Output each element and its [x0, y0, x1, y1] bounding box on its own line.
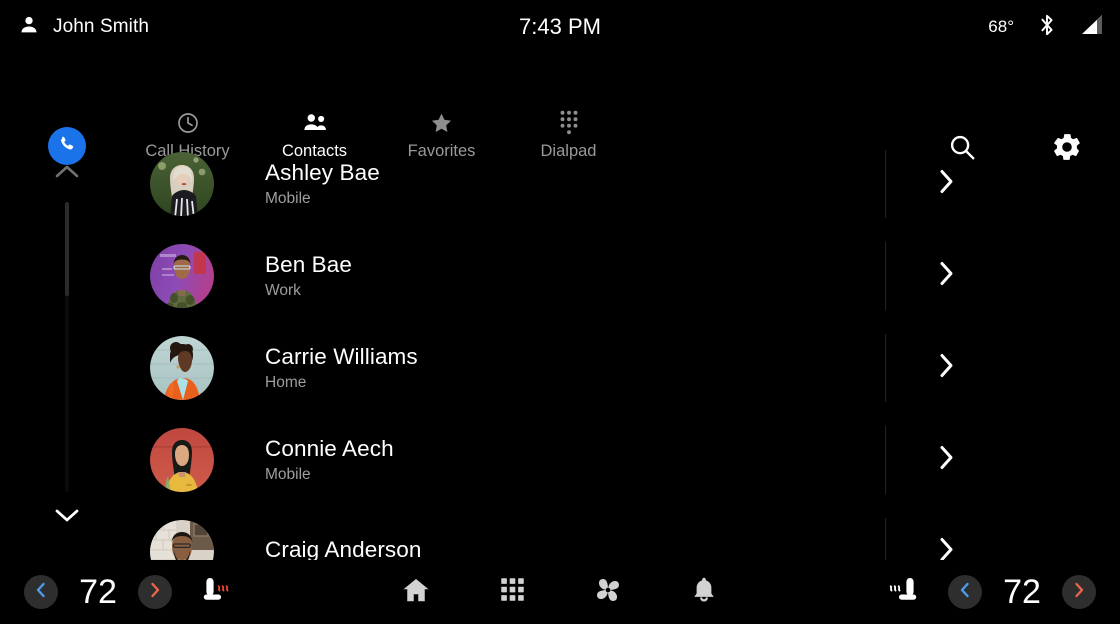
- scroll-rail: [48, 140, 88, 560]
- infotainment-screen: John Smith 7:43 PM 68° Call History Cont…: [0, 0, 1120, 624]
- row-divider: [885, 334, 886, 402]
- chevron-right-icon: [936, 259, 958, 294]
- home-button[interactable]: [396, 572, 436, 612]
- apps-button[interactable]: [492, 572, 532, 612]
- driver-temp-increase-button[interactable]: [138, 575, 172, 609]
- status-indicators: 68°: [988, 0, 1106, 54]
- chevron-right-icon: [936, 167, 958, 202]
- contact-name: Craig Anderson: [265, 537, 422, 560]
- star-icon: [429, 109, 454, 135]
- people-icon: [302, 109, 328, 135]
- username-label: John Smith: [53, 16, 150, 37]
- contact-row[interactable]: Ben Bae Work: [110, 230, 1010, 322]
- fan-icon: [592, 574, 624, 611]
- chevron-up-icon: [52, 165, 82, 186]
- avatar-ben: [150, 244, 214, 308]
- contact-text: Craig Anderson: [265, 537, 422, 560]
- contact-row[interactable]: Connie Aech Mobile: [110, 414, 1010, 506]
- chevron-right-icon: [1071, 581, 1087, 604]
- driver-climate-control: 72: [24, 573, 172, 612]
- outside-temperature: 68°: [988, 17, 1014, 36]
- passenger-temperature-value: 72: [1003, 572, 1041, 611]
- contact-text: Ashley Bae Mobile: [265, 160, 380, 208]
- home-icon: [401, 575, 431, 610]
- vented-seat-icon: [884, 573, 922, 612]
- bottom-bar: 72 72: [0, 560, 1120, 624]
- contact-details-button[interactable]: [936, 535, 958, 560]
- contact-label: Mobile: [265, 190, 311, 207]
- bluetooth-icon: [1036, 12, 1058, 43]
- contact-details-button[interactable]: [936, 443, 958, 478]
- chevron-right-icon: [936, 443, 958, 478]
- row-divider: [885, 426, 886, 494]
- scroll-down-button[interactable]: [52, 505, 82, 530]
- chevron-right-icon: [147, 581, 163, 604]
- scrollbar-thumb[interactable]: [65, 202, 69, 296]
- user-profile[interactable]: John Smith: [18, 14, 149, 41]
- contact-label: Mobile: [265, 466, 311, 483]
- passenger-temp-decrease-button[interactable]: [948, 575, 982, 609]
- chevron-left-icon: [957, 581, 973, 604]
- status-bar: John Smith 7:43 PM 68°: [0, 0, 1120, 54]
- avatar-ashley: [150, 152, 214, 216]
- chevron-left-icon: [33, 581, 49, 604]
- row-divider: [885, 242, 886, 310]
- avatar-carrie: [150, 336, 214, 400]
- avatar-craig: [150, 520, 214, 560]
- clock: 7:43 PM: [519, 14, 601, 39]
- person-icon: [18, 14, 40, 41]
- passenger-vented-seat-button[interactable]: [884, 573, 922, 612]
- contact-row[interactable]: Craig Anderson: [110, 506, 1010, 560]
- contact-name: Ashley Bae: [265, 160, 380, 185]
- contact-label: Work: [265, 282, 301, 299]
- clock-icon: [176, 109, 200, 135]
- driver-temperature-value: 72: [79, 572, 117, 611]
- bell-icon: [690, 575, 718, 610]
- chevron-right-icon: [936, 351, 958, 386]
- contact-name: Ben Bae: [265, 252, 353, 277]
- driver-heated-seat-button[interactable]: [198, 573, 236, 612]
- chevron-right-icon: [936, 535, 958, 560]
- chevron-down-icon: [52, 509, 82, 529]
- signal-bars-icon: [1080, 14, 1106, 41]
- scrollbar-track[interactable]: [65, 202, 69, 492]
- heated-seat-icon: [198, 573, 236, 612]
- contact-details-button[interactable]: [936, 259, 958, 294]
- contact-text: Connie Aech Mobile: [265, 436, 394, 484]
- contact-label: Home: [265, 374, 307, 391]
- contact-text: Ben Bae Work: [265, 252, 352, 300]
- row-divider: [885, 150, 886, 218]
- contact-row[interactable]: Ashley Bae Mobile: [110, 138, 1010, 230]
- phone-app-header: Call History Contacts Favorites Dialpad: [0, 54, 1120, 165]
- dialpad-icon: [557, 109, 581, 135]
- contact-name: Connie Aech: [265, 436, 394, 461]
- climate-button[interactable]: [588, 572, 628, 612]
- contact-details-button[interactable]: [936, 167, 958, 202]
- passenger-temp-increase-button[interactable]: [1062, 575, 1096, 609]
- contact-details-button[interactable]: [936, 351, 958, 386]
- contact-row[interactable]: Carrie Williams Home: [110, 322, 1010, 414]
- row-divider: [885, 518, 886, 560]
- contact-text: Carrie Williams Home: [265, 344, 418, 392]
- apps-grid-icon: [499, 576, 526, 608]
- driver-temp-decrease-button[interactable]: [24, 575, 58, 609]
- scroll-up-button[interactable]: [52, 162, 82, 187]
- avatar-connie: [150, 428, 214, 492]
- contact-name: Carrie Williams: [265, 344, 418, 369]
- passenger-climate-control: 72: [948, 573, 1096, 612]
- notifications-button[interactable]: [684, 572, 724, 612]
- gear-icon: [1051, 131, 1083, 168]
- contacts-list[interactable]: Ashley Bae Mobile Ben Bae Work Carrie Wi…: [110, 138, 1010, 560]
- settings-button[interactable]: [1051, 131, 1083, 168]
